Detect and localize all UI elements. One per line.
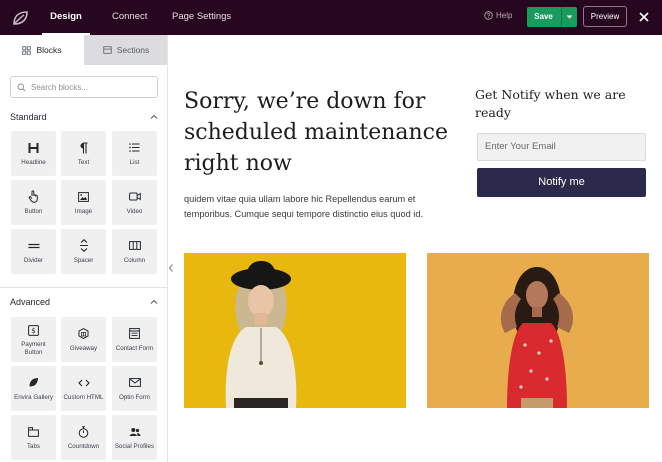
block-optin-form[interactable]: Optin Form (112, 366, 157, 411)
block-label: Image (74, 207, 93, 215)
block-label: Social Profiles (114, 442, 155, 450)
block-label: Button (24, 207, 43, 215)
image-icon (77, 190, 91, 204)
block-label: Divider (23, 256, 44, 264)
section-divider (0, 287, 167, 288)
users-icon (128, 425, 142, 439)
page-body-text[interactable]: quidem vitae quia ullam labore hic Repel… (184, 192, 434, 222)
sidebar-tab-blocks[interactable]: Blocks (0, 35, 84, 65)
top-bar: Design Connect Page Settings Help Save P… (0, 0, 662, 35)
block-giveaway[interactable]: Giveaway (61, 317, 106, 362)
standard-section-header[interactable]: Standard (10, 109, 158, 125)
tab-connect[interactable]: Connect (112, 0, 147, 35)
block-label: Giveaway (69, 344, 98, 352)
advanced-section-header[interactable]: Advanced (10, 294, 158, 310)
block-label: Tabs (26, 442, 41, 450)
seedprod-logo-icon (13, 11, 28, 25)
block-countdown[interactable]: Countdown (61, 415, 106, 460)
notify-heading[interactable]: Get Notify when we are ready (475, 86, 650, 122)
block-column[interactable]: Column (112, 229, 157, 274)
tabs-icon (27, 425, 41, 439)
search-icon (17, 83, 26, 91)
help-link[interactable]: Help (484, 11, 512, 20)
block-button[interactable]: Button (11, 180, 56, 225)
collapse-sidebar-chevron-icon[interactable] (167, 262, 175, 274)
notify-button[interactable]: Notify me (477, 168, 646, 197)
block-label: List (129, 158, 140, 166)
search-blocks-input[interactable]: Search blocks... (10, 76, 158, 98)
spacer-icon (77, 239, 91, 253)
standard-section-title: Standard (10, 112, 47, 122)
blocks-icon (22, 45, 32, 55)
save-label: Save (534, 12, 553, 21)
block-list[interactable]: List (112, 131, 157, 176)
block-envira-gallery[interactable]: Envira Gallery (11, 366, 56, 411)
photo-woman-red-dress[interactable] (427, 253, 649, 408)
block-tabs[interactable]: Tabs (11, 415, 56, 460)
paragraph-icon (77, 141, 91, 155)
form-icon (128, 327, 142, 341)
block-label: Payment Button (21, 341, 46, 356)
preview-button[interactable]: Preview (583, 6, 627, 27)
block-label: Envira Gallery (14, 393, 53, 401)
save-dropdown-chevron-icon[interactable] (562, 7, 577, 27)
pointer-icon (27, 190, 41, 204)
headline-icon (27, 141, 41, 155)
giveaway-icon (77, 327, 91, 341)
help-label: Help (496, 11, 513, 20)
list-icon (128, 141, 142, 155)
sidebar-tab-sections[interactable]: Sections (84, 35, 167, 65)
chevron-up-icon (150, 114, 158, 119)
sections-icon (103, 46, 112, 54)
close-icon[interactable] (636, 9, 652, 25)
mail-icon (128, 376, 142, 390)
advanced-section-title: Advanced (10, 297, 51, 307)
block-headline[interactable]: Headline (11, 131, 56, 176)
sidebar-tab-blocks-label: Blocks (36, 45, 62, 55)
divider-icon (27, 239, 41, 253)
block-label: Contact Form (115, 344, 154, 352)
block-label: Column (123, 256, 146, 264)
block-social-profiles[interactable]: Social Profiles (112, 415, 157, 460)
stopwatch-icon (77, 425, 91, 439)
block-sidebar: Blocks Sections Search blocks... Standar… (0, 35, 168, 462)
svg-text:$: $ (31, 327, 35, 335)
block-contact-form[interactable]: Contact Form (112, 317, 157, 362)
block-label: Countdown (67, 442, 100, 450)
chevron-up-icon (150, 299, 158, 304)
leaf-icon (27, 376, 41, 390)
block-label: Text (77, 158, 90, 166)
block-custom-html[interactable]: Custom HTML (61, 366, 106, 411)
page-headline[interactable]: Sorry, we’re down for scheduled maintena… (184, 86, 454, 179)
block-image[interactable]: Image (61, 180, 106, 225)
tab-page-settings[interactable]: Page Settings (172, 0, 231, 35)
column-icon (128, 239, 142, 253)
code-icon (77, 376, 91, 390)
search-placeholder: Search blocks... (31, 82, 88, 92)
block-text[interactable]: Text (61, 131, 106, 176)
block-payment-button[interactable]: $ Payment Button (11, 317, 56, 362)
block-video[interactable]: Video (112, 180, 157, 225)
photo-woman-hat[interactable] (184, 253, 406, 408)
tab-design[interactable]: Design (42, 0, 90, 35)
block-divider[interactable]: Divider (11, 229, 56, 274)
payment-icon: $ (27, 323, 41, 337)
block-label: Custom HTML (63, 393, 104, 401)
block-label: Optin Form (119, 393, 150, 401)
help-icon (484, 11, 493, 20)
video-icon (128, 190, 142, 204)
block-spacer[interactable]: Spacer (61, 229, 106, 274)
email-field[interactable]: Enter Your Email (477, 133, 646, 161)
save-button[interactable]: Save (527, 7, 577, 27)
sidebar-tab-sections-label: Sections (116, 45, 150, 55)
block-label: Video (126, 207, 143, 215)
block-label: Headline (21, 158, 46, 166)
block-label: Spacer (73, 256, 94, 264)
